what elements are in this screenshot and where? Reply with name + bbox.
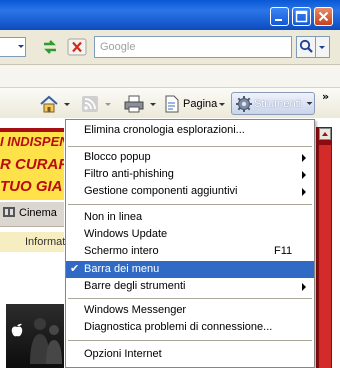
menu-item-shortcut: F11 <box>274 245 293 257</box>
feeds-dropdown-icon[interactable] <box>103 94 113 114</box>
menu-item-windows-update[interactable]: Windows Update <box>66 226 314 243</box>
page-menu-label[interactable]: Pagina <box>183 98 217 110</box>
menu-item-toolbars[interactable]: Barre degli strumenti <box>66 278 314 295</box>
menu-item-popup-blocker[interactable]: Blocco popup <box>66 149 314 166</box>
menu-item-windows-messenger[interactable]: Windows Messenger <box>66 302 314 319</box>
cinema-icon <box>3 207 15 217</box>
menu-item-label: Elimina cronologia esplorazioni... <box>84 124 245 136</box>
gear-icon <box>236 96 252 112</box>
menu-item-label: Filtro anti-phishing <box>84 168 174 180</box>
close-window-button[interactable] <box>314 7 333 26</box>
menu-item-label: Schermo intero <box>84 245 159 257</box>
menu-item-phishing-filter[interactable]: Filtro anti-phishing <box>66 166 314 183</box>
menu-item-full-screen[interactable]: Schermo intero F11 <box>66 243 314 260</box>
menu-item-label: Gestione componenti aggiuntivi <box>84 185 238 197</box>
window-titlebar <box>0 0 340 30</box>
menu-separator <box>68 340 312 341</box>
banner-line-1: I INDISPEN <box>0 134 64 149</box>
menu-item-label: Barra dei menu <box>84 263 160 275</box>
menu-item-label: Windows Messenger <box>84 304 187 316</box>
address-dropdown-icon[interactable] <box>16 38 26 56</box>
submenu-arrow-icon <box>302 154 306 162</box>
maximize-button[interactable] <box>292 7 311 26</box>
menu-item-label: Blocco popup <box>84 151 151 163</box>
submenu-arrow-icon <box>302 188 306 196</box>
apple-logo-icon <box>11 323 23 337</box>
print-dropdown-icon[interactable] <box>148 94 158 114</box>
home-icon[interactable] <box>38 94 60 114</box>
page-icon[interactable] <box>162 94 182 114</box>
menu-item-diagnose-connection[interactable]: Diagnostica problemi di connessione... <box>66 319 314 336</box>
info-link[interactable]: Informat <box>25 236 65 248</box>
menu-separator <box>68 146 312 147</box>
promo-banner[interactable]: I INDISPEN R CURARE TUO GIA <box>0 128 64 200</box>
menu-separator <box>68 298 312 299</box>
page-photo[interactable] <box>6 304 64 368</box>
menu-item-manage-addons[interactable]: Gestione componenti aggiuntivi <box>66 183 314 200</box>
print-icon[interactable] <box>123 94 145 114</box>
minimize-button[interactable] <box>270 7 289 26</box>
menu-item-label: Windows Update <box>84 228 168 240</box>
close-icon <box>318 11 329 22</box>
search-button[interactable] <box>296 36 316 58</box>
nav-link-cinema[interactable]: Cinema <box>19 207 57 219</box>
scroll-up-button[interactable] <box>319 128 331 140</box>
more-commands-chevron[interactable]: » <box>322 90 329 103</box>
tools-menu-label: Strumenti <box>254 98 302 110</box>
submenu-arrow-icon <box>302 171 306 179</box>
arrow-up-icon <box>322 132 328 136</box>
tools-dropdown-menu: Elimina cronologia esplorazioni... Blocc… <box>65 119 315 368</box>
banner-line-3: TUO GIA <box>0 178 63 195</box>
tools-menu-button[interactable]: Strumenti <box>231 92 315 115</box>
menu-item-label: Non in linea <box>84 211 143 223</box>
tab-strip <box>0 65 340 88</box>
menu-item-menu-bar[interactable]: ✔ Barra dei menu <box>66 261 314 278</box>
menu-separator <box>68 204 312 205</box>
people-silhouette-icon <box>30 318 62 364</box>
search-options-button[interactable] <box>316 36 330 58</box>
page-dropdown-icon[interactable] <box>217 94 227 114</box>
menu-item-label: Diagnostica problemi di connessione... <box>84 321 273 333</box>
chevron-down-icon <box>319 46 325 49</box>
maximize-icon <box>295 10 308 23</box>
stop-icon[interactable] <box>67 38 87 56</box>
menu-item-delete-history[interactable]: Elimina cronologia esplorazioni... <box>66 122 314 139</box>
scrollbar-thumb[interactable] <box>319 145 331 368</box>
menu-item-label: Opzioni Internet <box>84 348 162 360</box>
submenu-arrow-icon <box>302 283 306 291</box>
banner-line-2: R CURARE <box>0 156 64 173</box>
menu-item-work-offline[interactable]: Non in linea <box>66 209 314 226</box>
magnifier-icon <box>299 39 313 53</box>
menu-item-label: Barre degli strumenti <box>84 280 186 292</box>
tools-dropdown-icon <box>306 102 313 105</box>
checkmark-icon: ✔ <box>70 263 80 275</box>
search-input[interactable]: Google <box>94 36 292 58</box>
menu-item-internet-options[interactable]: Opzioni Internet <box>66 346 314 363</box>
feeds-icon[interactable] <box>80 94 100 114</box>
minimize-icon <box>275 19 282 21</box>
refresh-icon[interactable] <box>40 38 60 56</box>
home-dropdown-icon[interactable] <box>62 94 72 114</box>
